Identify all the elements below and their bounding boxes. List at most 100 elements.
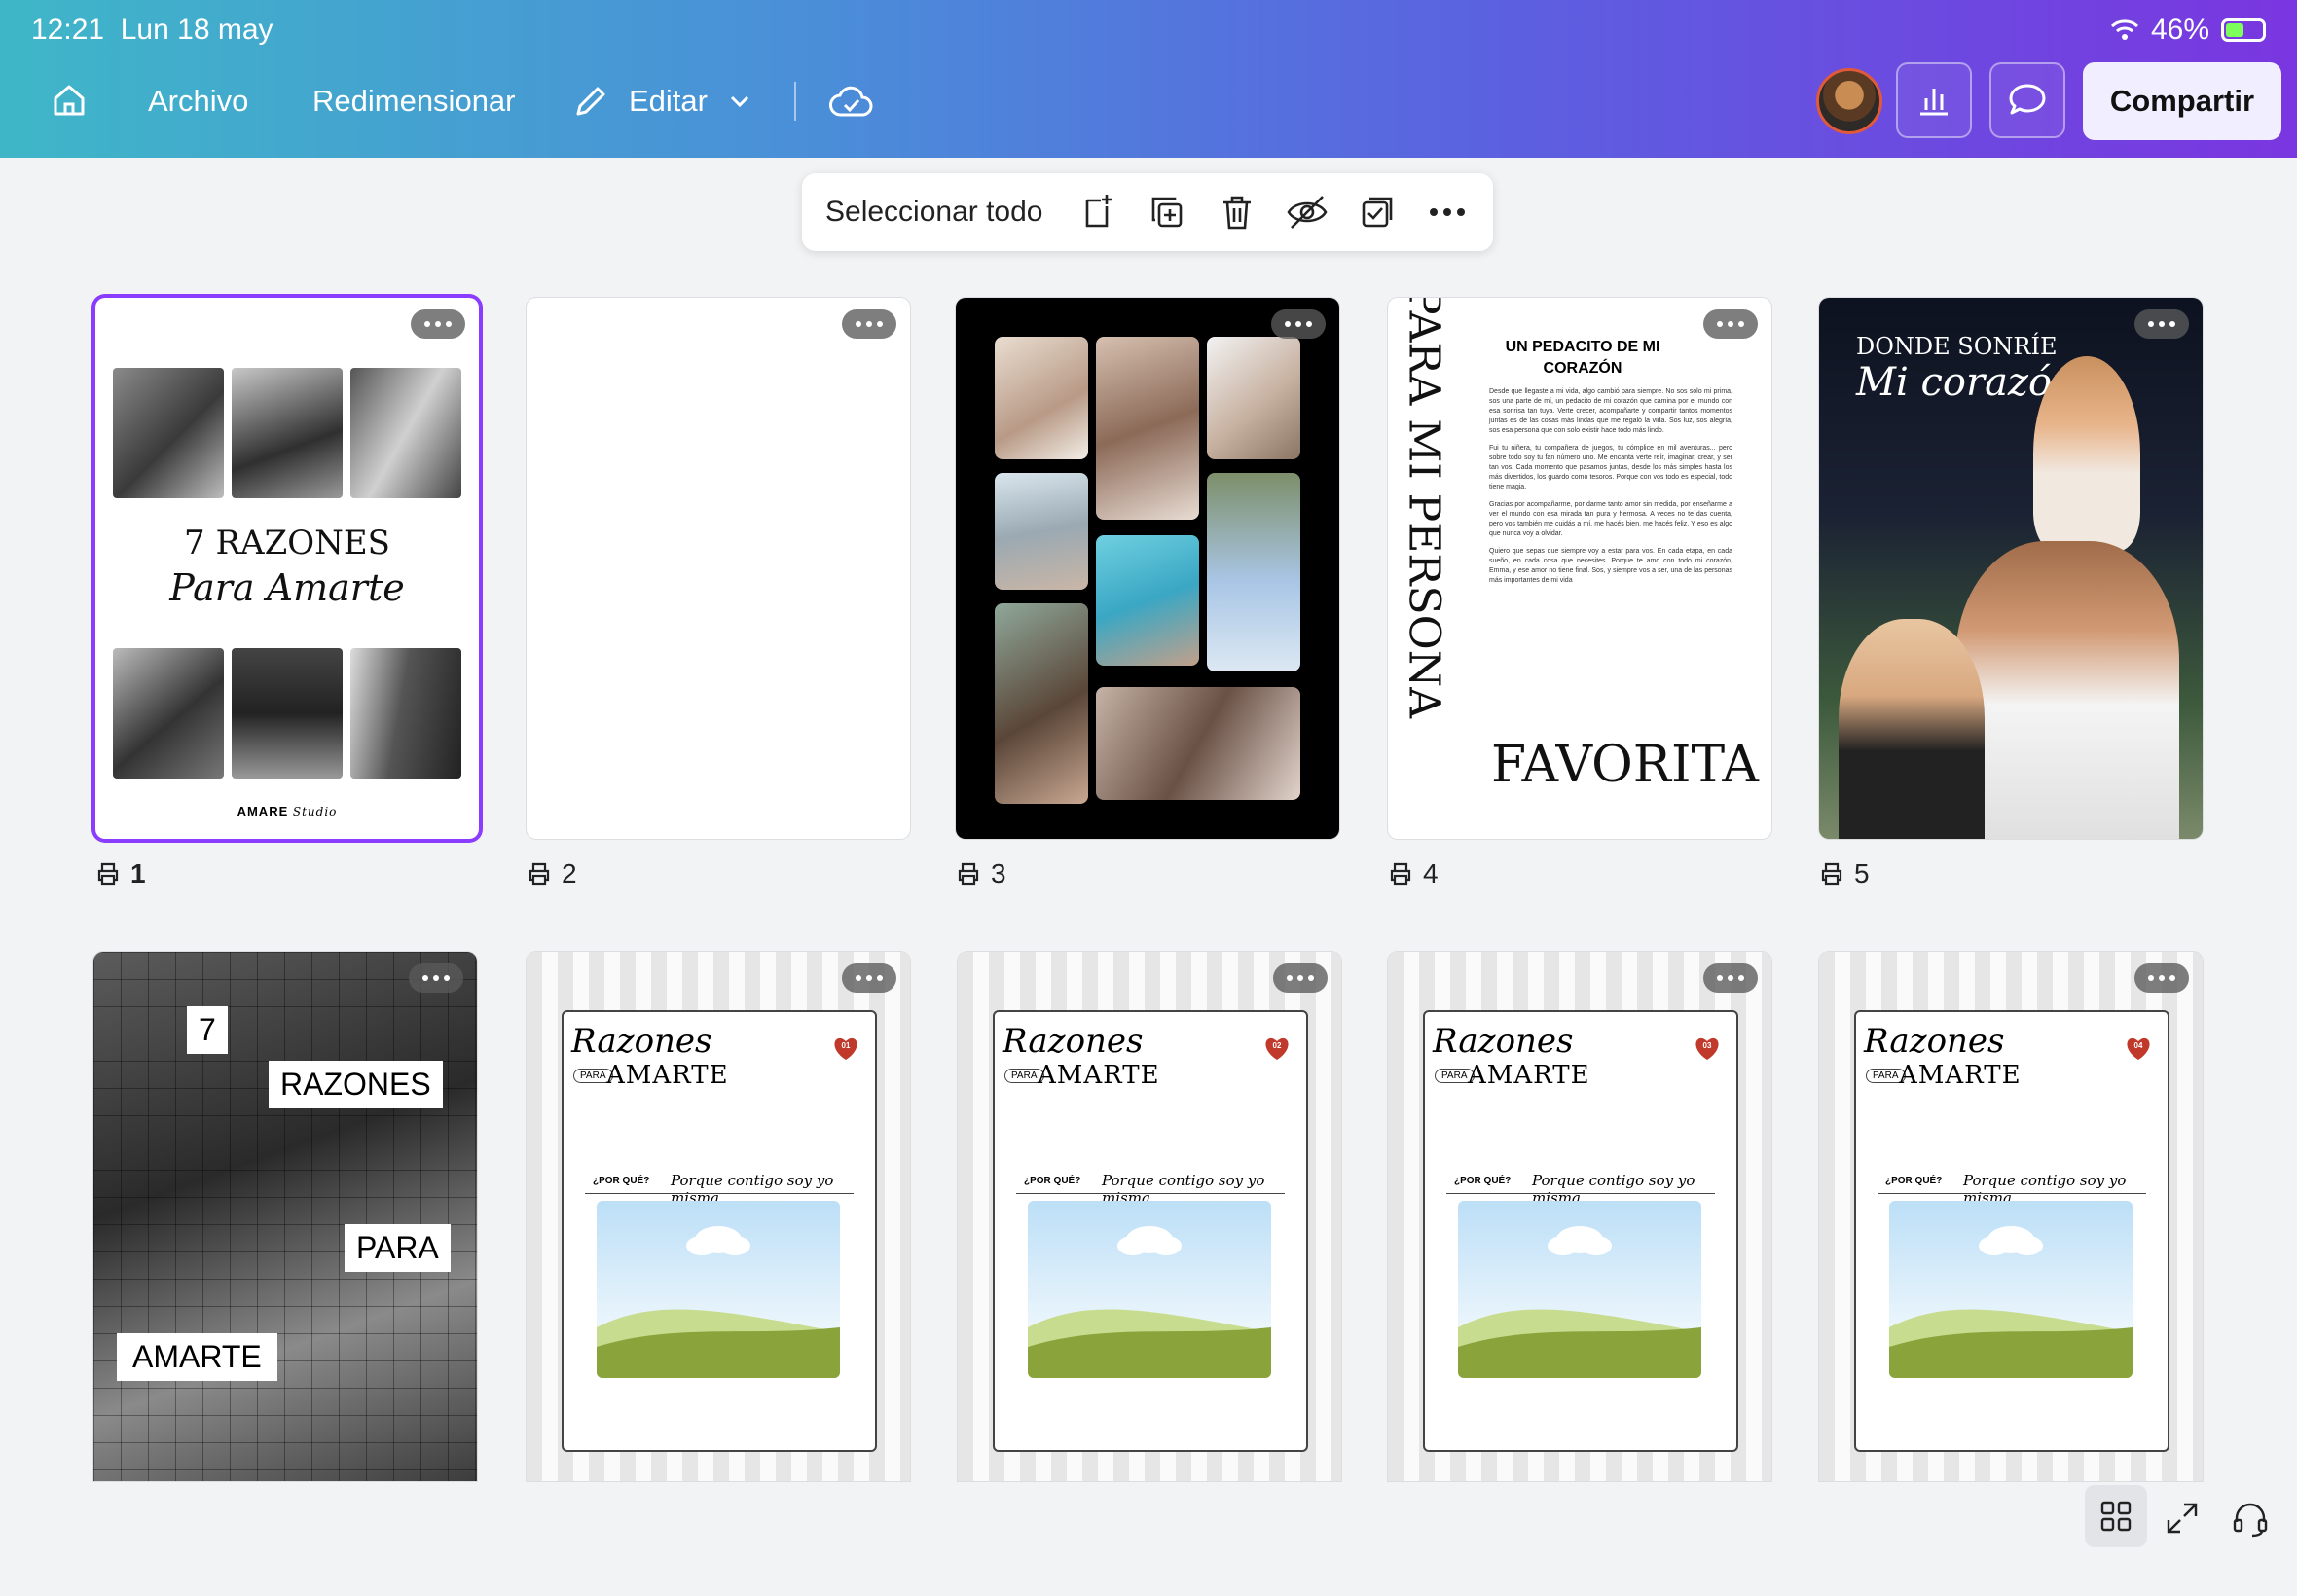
page-thumbnail-8[interactable]: Razones PARA AMARTE 02 ¿POR QUÉ? Porque … — [958, 952, 1341, 1481]
letter-heading: UN PEDACITO DE MI CORAZÓN — [1505, 339, 1660, 377]
photo — [995, 337, 1088, 459]
photo — [1207, 337, 1300, 459]
editar-label: Editar — [629, 84, 708, 118]
heart-badge: 01 — [832, 1035, 859, 1061]
page-label-1: 1 — [95, 860, 146, 888]
page-more-button[interactable] — [1703, 963, 1758, 993]
editar-menu[interactable]: Editar — [572, 80, 752, 123]
more-icon[interactable] — [1412, 177, 1482, 247]
word-box: 7 — [187, 1006, 228, 1054]
card-title: Razones — [1433, 1022, 1574, 1061]
divider — [1016, 1193, 1285, 1194]
photo — [1207, 473, 1300, 671]
card-question: ¿POR QUÉ? — [1454, 1176, 1512, 1186]
page-thumbnail-9[interactable]: Razones PARA AMARTE 03 ¿POR QUÉ? Porque … — [1388, 952, 1771, 1481]
page-thumbnail-7[interactable]: Razones PARA AMARTE 01 ¿POR QUÉ? Porque … — [527, 952, 910, 1481]
page-thumbnail-2[interactable] — [527, 298, 910, 839]
image-placeholder — [1458, 1201, 1701, 1378]
page-thumbnail-1[interactable]: 7 RAZONES Para Amarte AMARE Studio — [95, 298, 479, 839]
page-more-button[interactable] — [1273, 963, 1328, 993]
page-more-button[interactable] — [409, 963, 463, 993]
chevron-down-icon — [730, 95, 749, 108]
page-more-button[interactable] — [842, 963, 896, 993]
duplicate-icon[interactable] — [1132, 177, 1202, 247]
select-check-icon[interactable] — [1342, 177, 1412, 247]
letter-bottom-title: FAVORITA — [1491, 736, 1759, 794]
grid-view-icon[interactable] — [2085, 1485, 2147, 1547]
insights-button[interactable] — [1896, 62, 1972, 138]
reason-card: Razones PARA AMARTE 04 ¿POR QUÉ? Porque … — [1854, 1010, 2169, 1452]
chart-icon — [1920, 89, 1948, 116]
image-placeholder — [597, 1201, 840, 1378]
image-placeholder — [1028, 1201, 1271, 1378]
page-more-button[interactable] — [2134, 963, 2189, 993]
page-more-button[interactable] — [1703, 309, 1758, 339]
home-icon[interactable] — [47, 78, 91, 123]
page-thumbnail-4[interactable]: PARA MI PERSONA UN PEDACITO DE MI CORAZÓ… — [1388, 298, 1771, 839]
photo — [1839, 619, 1985, 839]
photo — [350, 368, 461, 498]
page-thumbnail-5[interactable]: DONDE SONRÍE Mi corazón — [1819, 298, 2203, 839]
photo — [2033, 356, 2140, 551]
page-label-4: 4 — [1388, 860, 1439, 888]
page-thumbnail-3[interactable] — [956, 298, 1339, 839]
page-thumbnail-10[interactable]: Razones PARA AMARTE 04 ¿POR QUÉ? Porque … — [1819, 952, 2203, 1481]
status-date: Lun 18 may — [120, 14, 273, 46]
vertical-title: PARA MI PERSONA — [1399, 298, 1449, 718]
comment-icon — [2009, 84, 2046, 115]
select-all-button[interactable]: Seleccionar todo — [825, 196, 1042, 229]
card-title: Razones — [571, 1022, 712, 1061]
page-toolbar: Seleccionar todo — [802, 173, 1493, 251]
photo — [350, 648, 461, 779]
reason-card: Razones PARA AMARTE 02 ¿POR QUÉ? Porque … — [993, 1010, 1308, 1452]
photo — [995, 473, 1088, 590]
printer-icon — [1390, 862, 1411, 886]
photo — [1955, 541, 2179, 839]
page-more-button[interactable] — [1271, 309, 1326, 339]
wifi-icon — [2110, 19, 2138, 40]
redimensionar-menu[interactable]: Redimensionar — [312, 80, 516, 123]
page-label-2: 2 — [527, 860, 577, 888]
cloud-check-icon[interactable] — [829, 80, 874, 123]
top-bar: 12:21 Lun 18 may 46% Archivo Redimension… — [0, 0, 2297, 158]
heart-badge: 03 — [1694, 1035, 1721, 1061]
page-more-button[interactable] — [2134, 309, 2189, 339]
page-more-button[interactable] — [842, 309, 896, 339]
battery-percent: 46% — [2150, 14, 2209, 46]
card-subtitle: AMARTE — [1899, 1061, 2022, 1090]
page-thumbnail-6[interactable]: 7 RAZONES PARA AMARTE — [93, 952, 477, 1481]
comments-button[interactable] — [1989, 62, 2065, 138]
battery-icon — [2221, 18, 2266, 42]
photo — [1096, 687, 1300, 800]
trash-icon[interactable] — [1202, 177, 1272, 247]
hide-icon[interactable] — [1272, 177, 1342, 247]
letter-body: Desde que llegaste a mi vida, algo cambi… — [1489, 388, 1732, 584]
photo — [232, 648, 343, 779]
archivo-menu[interactable]: Archivo — [148, 80, 248, 123]
divider — [1878, 1193, 2146, 1194]
photo — [1096, 535, 1199, 666]
page-more-button[interactable] — [411, 309, 465, 339]
page-label-3: 3 — [956, 860, 1006, 888]
photo — [1096, 337, 1199, 520]
word-box: PARA — [345, 1224, 451, 1272]
divider — [1446, 1193, 1715, 1194]
grid-overlay — [93, 952, 477, 1481]
card-subtitle: AMARTE — [1468, 1061, 1590, 1090]
page-label-5: 5 — [1819, 860, 1870, 888]
avatar[interactable] — [1816, 68, 1882, 134]
brand-footer: AMARE Studio — [237, 804, 338, 818]
card-title: Razones — [1864, 1022, 2005, 1061]
photo — [232, 368, 343, 498]
status-right: 46% — [2110, 14, 2266, 47]
printer-icon — [958, 862, 979, 886]
word-box: AMARTE — [117, 1333, 277, 1381]
printer-icon — [97, 862, 119, 886]
photo — [113, 368, 224, 498]
fullscreen-icon[interactable] — [2153, 1489, 2211, 1547]
card-subtitle: AMARTE — [606, 1061, 729, 1090]
headset-icon[interactable] — [2221, 1489, 2279, 1547]
share-button[interactable]: Compartir — [2083, 62, 2281, 140]
add-page-icon[interactable] — [1062, 177, 1132, 247]
card-question: ¿POR QUÉ? — [1024, 1176, 1081, 1186]
